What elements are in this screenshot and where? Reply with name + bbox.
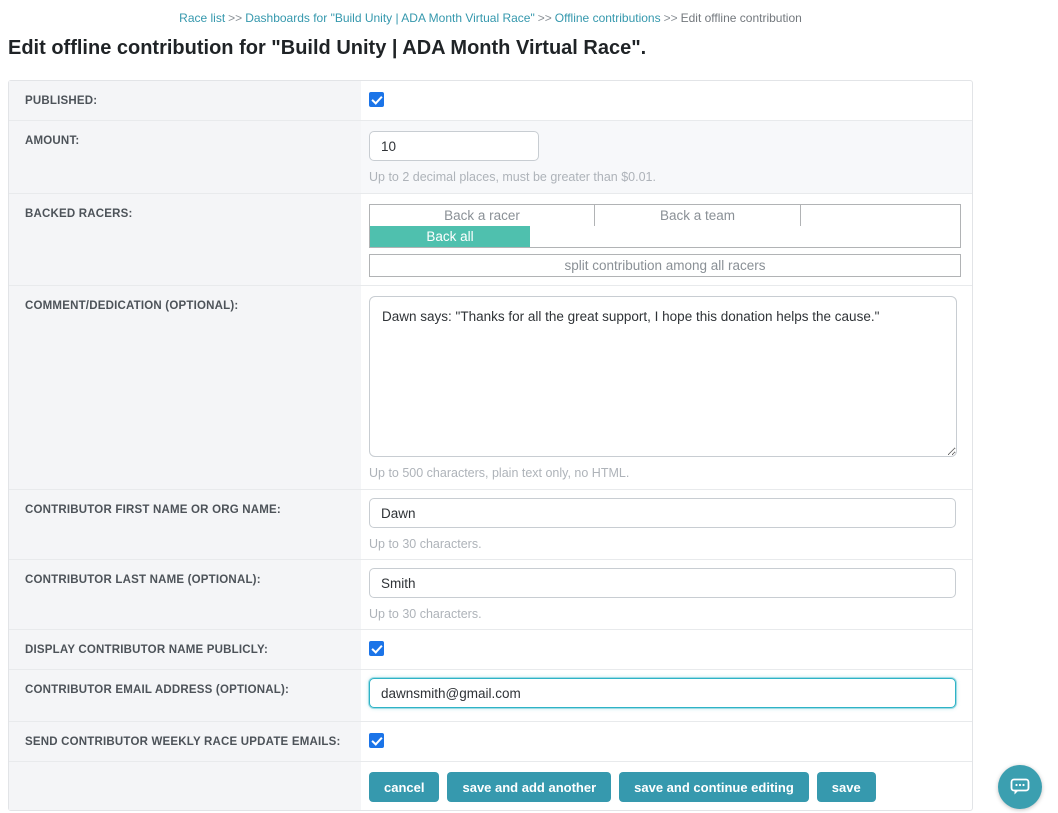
form-row-published: PUBLISHED:	[9, 81, 972, 120]
weekly-emails-label: SEND CONTRIBUTOR WEEKLY RACE UPDATE EMAI…	[9, 722, 361, 761]
split-contribution-button[interactable]: split contribution among all racers	[369, 254, 961, 277]
breadcrumb-current-page: Edit offline contribution	[681, 11, 802, 25]
chat-bubble-icon	[1009, 777, 1031, 797]
amount-help-text: Up to 2 decimal places, must be greater …	[369, 170, 962, 184]
tab-back-all-selected[interactable]: Back all	[370, 226, 530, 247]
first-name-input[interactable]	[369, 498, 956, 528]
published-label: PUBLISHED:	[9, 81, 361, 120]
form-row-weekly-emails: SEND CONTRIBUTOR WEEKLY RACE UPDATE EMAI…	[9, 721, 972, 761]
last-name-label: CONTRIBUTOR LAST NAME (OPTIONAL):	[9, 560, 361, 629]
form-row-comment: COMMENT/DEDICATION (OPTIONAL): Dawn says…	[9, 285, 972, 489]
breadcrumb-separator: >>	[664, 11, 678, 25]
breadcrumb-link-dashboards[interactable]: Dashboards for "Build Unity | ADA Month …	[245, 11, 535, 25]
tab-spacer	[801, 205, 960, 226]
save-and-add-another-button[interactable]: save and add another	[447, 772, 611, 802]
tab-back-a-racer[interactable]: Back a racer	[370, 205, 595, 226]
page-title: Edit offline contribution for "Build Uni…	[8, 37, 1058, 60]
form-row-first-name: CONTRIBUTOR FIRST NAME OR ORG NAME: Up t…	[9, 489, 972, 559]
breadcrumb-link-race-list[interactable]: Race list	[179, 11, 225, 25]
form-row-amount: AMOUNT: Up to 2 decimal places, must be …	[9, 120, 972, 193]
edit-contribution-form: PUBLISHED: AMOUNT: Up to 2 decimal place…	[8, 80, 973, 811]
last-name-help-text: Up to 30 characters.	[369, 607, 962, 621]
display-name-checkbox[interactable]	[369, 641, 384, 656]
breadcrumb-link-offline-contributions[interactable]: Offline contributions	[555, 11, 661, 25]
form-row-backed-racers: BACKED RACERS: Back a racer Back a team …	[9, 193, 972, 285]
comment-help-text: Up to 500 characters, plain text only, n…	[369, 466, 962, 480]
form-row-email: CONTRIBUTOR EMAIL ADDRESS (OPTIONAL):	[9, 669, 972, 721]
backed-racers-label: BACKED RACERS:	[9, 194, 361, 285]
breadcrumb: Race list>>Dashboards for "Build Unity |…	[8, 0, 973, 25]
form-row-last-name: CONTRIBUTOR LAST NAME (OPTIONAL): Up to …	[9, 559, 972, 629]
first-name-help-text: Up to 30 characters.	[369, 537, 962, 551]
backed-racers-tabs: Back a racer Back a team Back all	[369, 204, 961, 248]
first-name-label: CONTRIBUTOR FIRST NAME OR ORG NAME:	[9, 490, 361, 559]
amount-label: AMOUNT:	[9, 121, 361, 193]
breadcrumb-separator: >>	[538, 11, 552, 25]
published-checkbox[interactable]	[369, 92, 384, 107]
chat-button[interactable]	[998, 765, 1042, 809]
comment-label: COMMENT/DEDICATION (OPTIONAL):	[9, 286, 361, 489]
email-label: CONTRIBUTOR EMAIL ADDRESS (OPTIONAL):	[9, 670, 361, 721]
buttons-label-spacer	[9, 762, 361, 810]
weekly-emails-checkbox[interactable]	[369, 733, 384, 748]
display-name-label: DISPLAY CONTRIBUTOR NAME PUBLICLY:	[9, 630, 361, 669]
comment-textarea[interactable]: Dawn says: "Thanks for all the great sup…	[369, 296, 957, 457]
form-row-buttons: cancel save and add another save and con…	[9, 761, 972, 810]
email-input[interactable]	[369, 678, 956, 708]
breadcrumb-separator: >>	[228, 11, 242, 25]
form-row-display-name: DISPLAY CONTRIBUTOR NAME PUBLICLY:	[9, 629, 972, 669]
save-and-continue-editing-button[interactable]: save and continue editing	[619, 772, 809, 802]
cancel-button[interactable]: cancel	[369, 772, 439, 802]
save-button[interactable]: save	[817, 772, 876, 802]
tab-back-a-team[interactable]: Back a team	[595, 205, 801, 226]
amount-input[interactable]	[369, 131, 539, 161]
last-name-input[interactable]	[369, 568, 956, 598]
